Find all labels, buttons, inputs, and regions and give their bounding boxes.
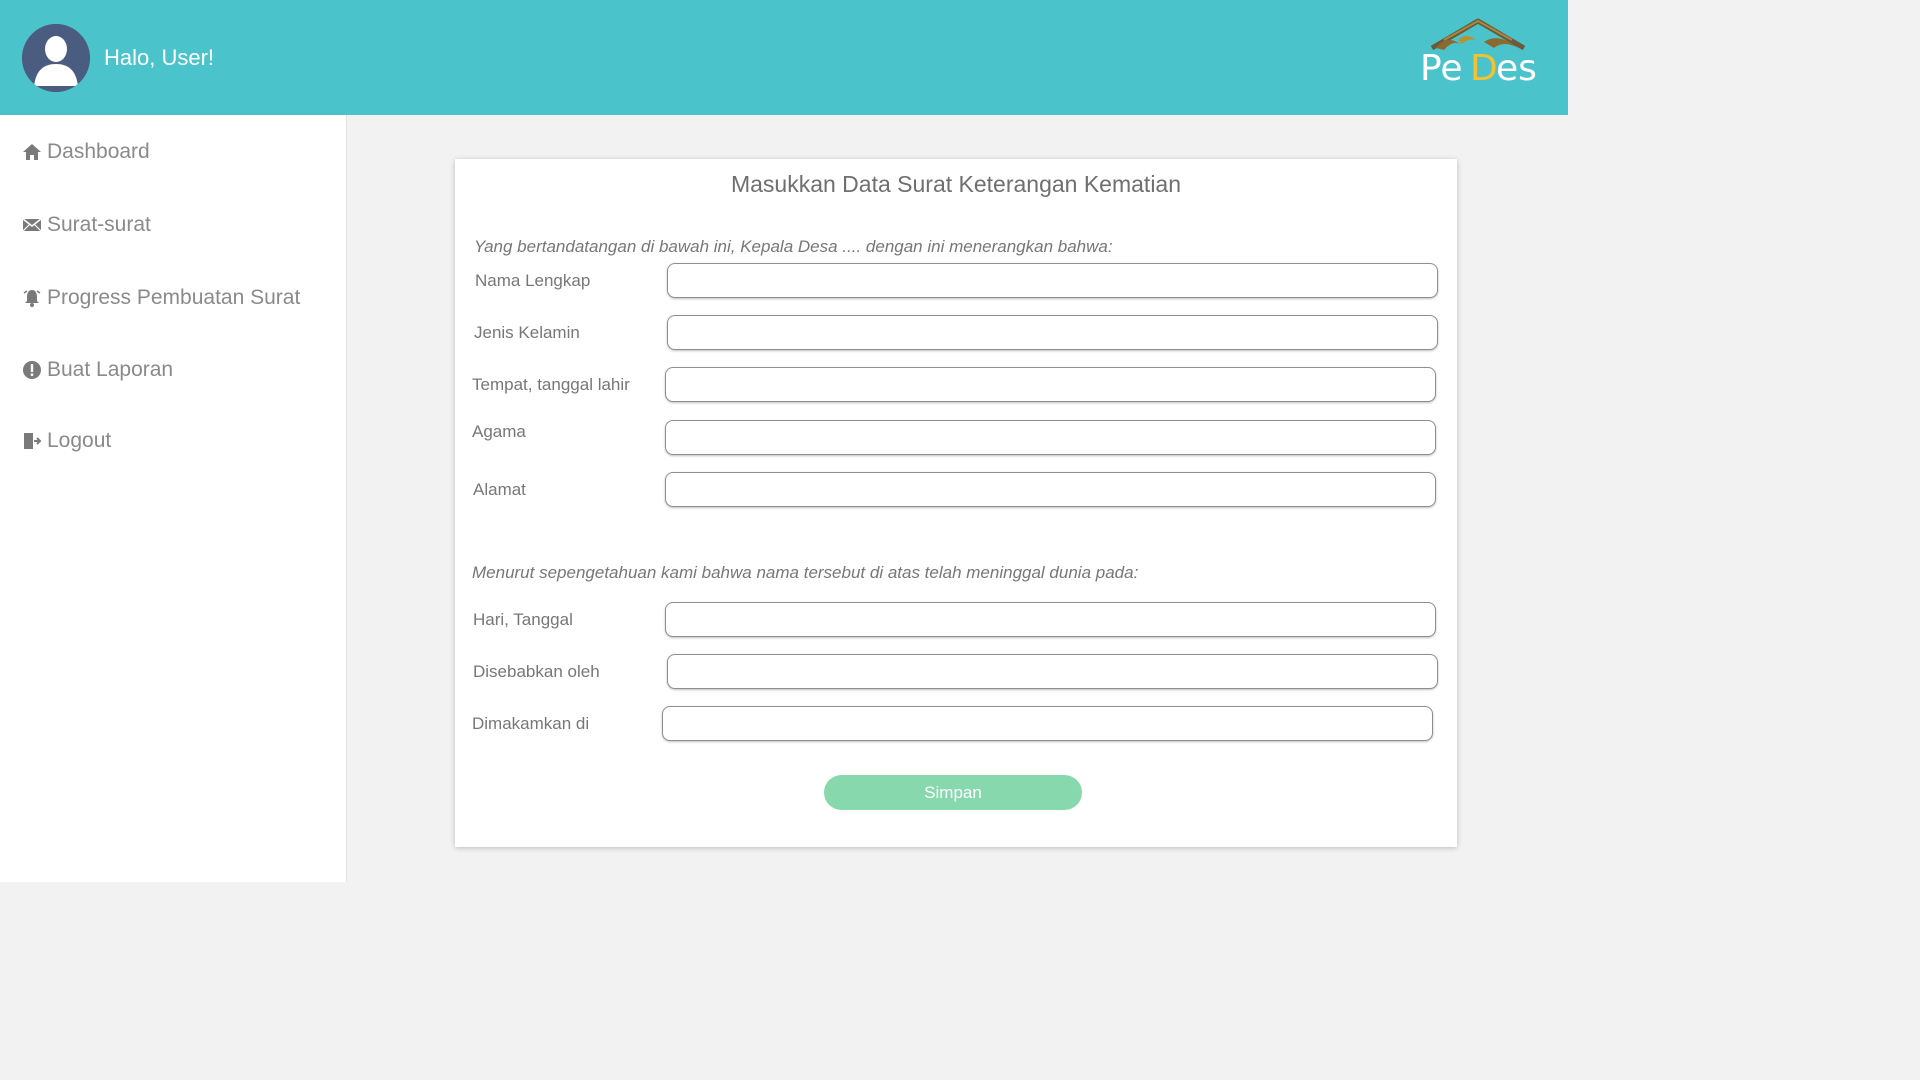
sidebar-item-label: Dashboard bbox=[47, 140, 150, 163]
svg-text:Pe: Pe bbox=[1420, 48, 1463, 89]
sidebar-item-label: Logout bbox=[47, 429, 112, 452]
jenis-kelamin-input[interactable] bbox=[667, 315, 1438, 350]
death-certificate-form: Masukkan Data Surat Keterangan Kematian … bbox=[455, 159, 1457, 847]
svg-text:D: D bbox=[1470, 48, 1498, 89]
sidebar-item-surat-surat[interactable]: Surat-surat bbox=[22, 210, 151, 240]
greeting-text: Halo, User! bbox=[104, 45, 215, 70]
label-alamat: Alamat bbox=[473, 480, 526, 499]
label-agama: Agama bbox=[472, 422, 526, 441]
envelope-icon bbox=[22, 215, 42, 235]
sign-out-icon bbox=[22, 431, 42, 451]
agama-input[interactable] bbox=[665, 420, 1436, 455]
home-icon bbox=[22, 142, 42, 162]
label-nama-lengkap: Nama Lengkap bbox=[475, 271, 591, 290]
label-tempat-tanggal-lahir: Tempat, tanggal lahir bbox=[472, 375, 630, 394]
pedes-logo: Pe D es bbox=[1420, 18, 1537, 89]
sidebar-item-label: Progress Pembuatan Surat bbox=[47, 286, 301, 309]
hari-tanggal-input[interactable] bbox=[665, 602, 1436, 637]
sidebar: Dashboard Surat-surat Progress Pembuatan… bbox=[0, 115, 347, 882]
sidebar-item-progress[interactable]: Progress Pembuatan Surat bbox=[22, 283, 300, 313]
sidebar-item-dashboard[interactable]: Dashboard bbox=[22, 137, 150, 167]
nama-lengkap-input[interactable] bbox=[667, 263, 1438, 298]
form-intro-text: Yang bertandatangan di bawah ini, Kepala… bbox=[474, 237, 1113, 256]
label-hari-tanggal: Hari, Tanggal bbox=[473, 610, 573, 629]
user-silhouette-icon bbox=[22, 24, 90, 92]
bell-icon bbox=[22, 288, 42, 308]
sidebar-item-buat-laporan[interactable]: Buat Laporan bbox=[22, 355, 173, 385]
label-disebabkan-oleh: Disebabkan oleh bbox=[473, 662, 600, 681]
svg-text:es: es bbox=[1496, 48, 1537, 89]
sidebar-item-label: Buat Laporan bbox=[47, 358, 174, 381]
form-death-intro-text: Menurut sepengetahuan kami bahwa nama te… bbox=[472, 563, 1139, 582]
alamat-input[interactable] bbox=[665, 472, 1436, 507]
exclamation-circle-icon bbox=[22, 360, 42, 380]
save-button[interactable]: Simpan bbox=[824, 775, 1082, 810]
sidebar-item-logout[interactable]: Logout bbox=[22, 426, 111, 456]
form-title: Masukkan Data Surat Keterangan Kematian bbox=[730, 171, 1182, 197]
top-header-bar: Halo, User! Pe D es bbox=[0, 0, 1568, 115]
sidebar-item-label: Surat-surat bbox=[47, 213, 151, 236]
dimakamkan-di-input[interactable] bbox=[662, 706, 1433, 741]
label-dimakamkan-di: Dimakamkan di bbox=[472, 714, 590, 733]
disebabkan-oleh-input[interactable] bbox=[667, 654, 1438, 689]
label-jenis-kelamin: Jenis Kelamin bbox=[474, 323, 580, 342]
tempat-tanggal-lahir-input[interactable] bbox=[665, 367, 1436, 402]
user-avatar[interactable] bbox=[22, 24, 90, 92]
